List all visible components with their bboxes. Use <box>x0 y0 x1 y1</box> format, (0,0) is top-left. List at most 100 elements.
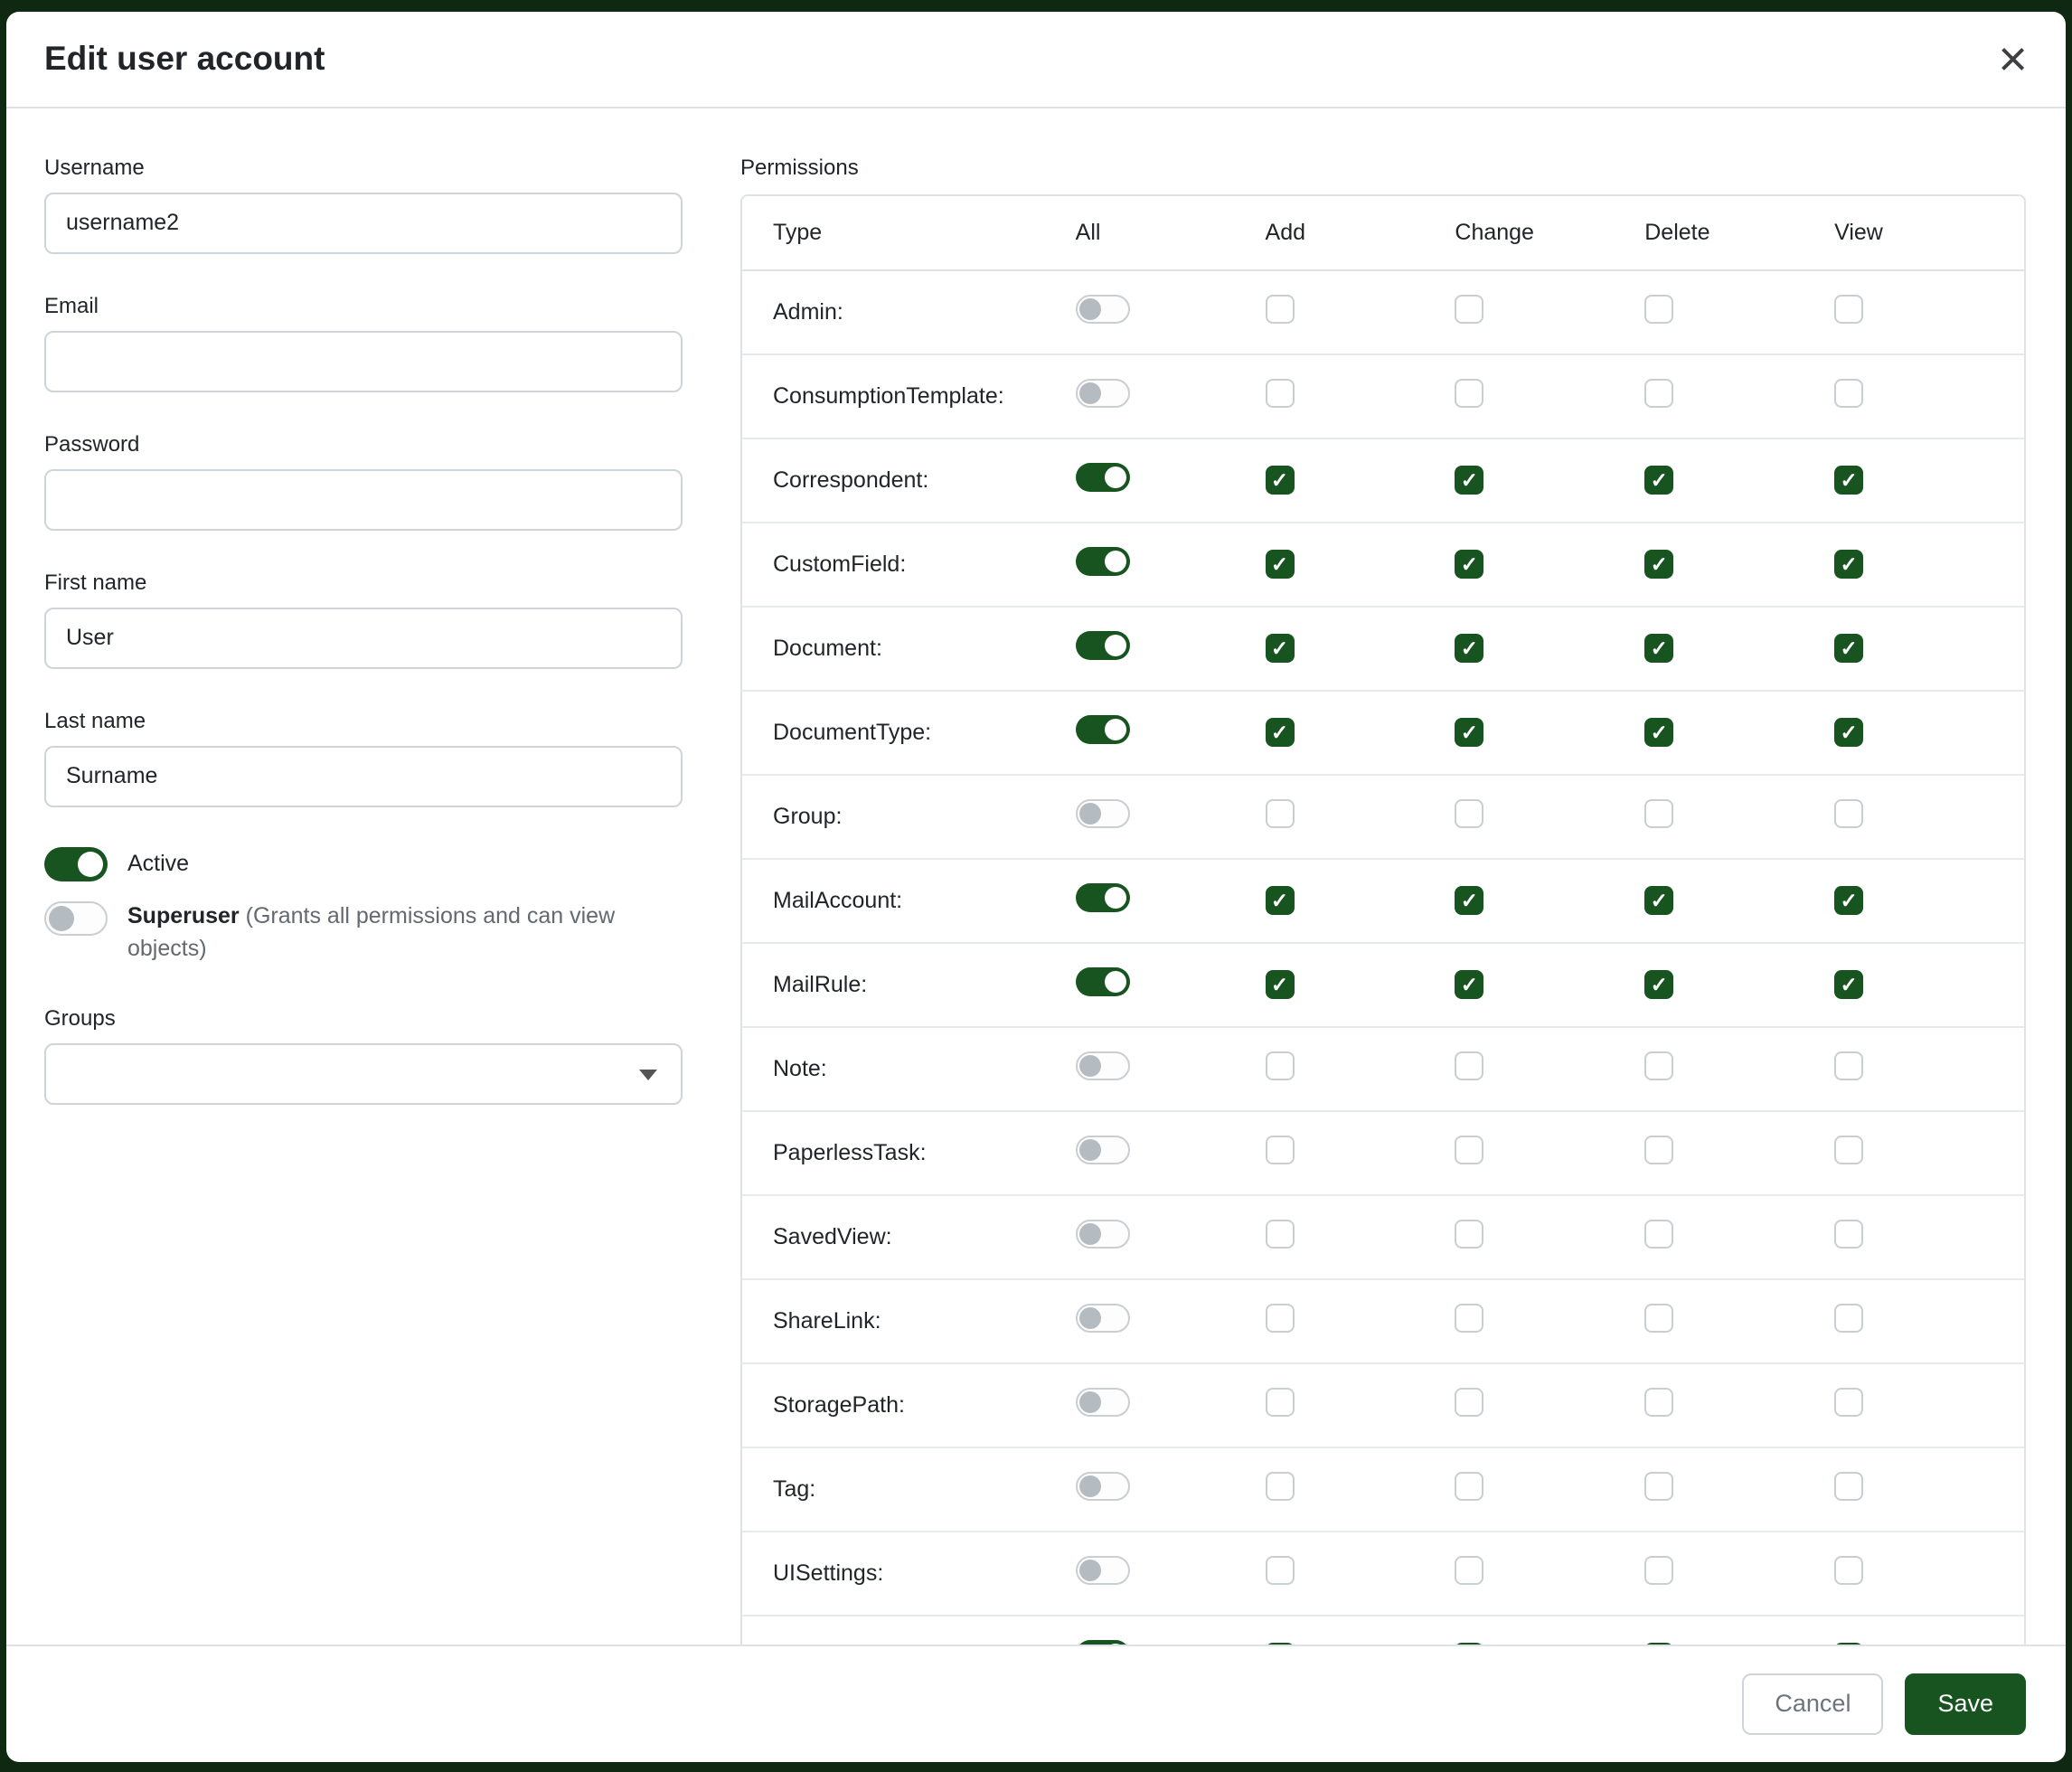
permission-change-checkbox[interactable] <box>1455 1556 1483 1585</box>
permission-all-toggle[interactable] <box>1076 1136 1130 1164</box>
permission-all-toggle[interactable] <box>1076 1556 1130 1585</box>
permission-change-checkbox[interactable] <box>1455 379 1483 408</box>
permission-view-checkbox[interactable]: ✓ <box>1834 466 1863 495</box>
permission-change-checkbox[interactable]: ✓ <box>1455 466 1483 495</box>
permission-all-toggle[interactable] <box>1076 631 1130 660</box>
permission-add-checkbox[interactable]: ✓ <box>1266 970 1295 999</box>
permission-delete-checkbox[interactable]: ✓ <box>1644 970 1673 999</box>
permission-delete-checkbox[interactable] <box>1644 1304 1673 1333</box>
permission-delete-checkbox[interactable] <box>1644 295 1673 324</box>
save-button[interactable]: Save <box>1905 1673 2026 1735</box>
permission-add-checkbox[interactable] <box>1266 1388 1295 1417</box>
toggle-knob <box>1079 298 1101 320</box>
permission-delete-checkbox[interactable] <box>1644 1220 1673 1249</box>
permission-delete-checkbox[interactable] <box>1644 1136 1673 1164</box>
permission-all-toggle[interactable] <box>1076 1472 1130 1501</box>
permission-view-checkbox[interactable]: ✓ <box>1834 970 1863 999</box>
permission-view-checkbox[interactable] <box>1834 799 1863 828</box>
permission-view-checkbox[interactable] <box>1834 1304 1863 1333</box>
permission-all-toggle[interactable] <box>1076 1304 1130 1333</box>
permission-change-checkbox[interactable] <box>1455 1388 1483 1417</box>
permission-delete-checkbox[interactable]: ✓ <box>1644 634 1673 663</box>
permission-view-checkbox[interactable] <box>1834 1556 1863 1585</box>
permission-add-checkbox[interactable] <box>1266 1136 1295 1164</box>
permission-view-checkbox[interactable]: ✓ <box>1834 718 1863 747</box>
permission-view-checkbox[interactable] <box>1834 1051 1863 1080</box>
permission-change-checkbox[interactable] <box>1455 1472 1483 1501</box>
permission-add-checkbox[interactable] <box>1266 295 1295 324</box>
permission-all-toggle[interactable] <box>1076 463 1130 492</box>
permission-delete-checkbox[interactable] <box>1644 379 1673 408</box>
cancel-button[interactable]: Cancel <box>1742 1673 1883 1735</box>
permission-view-checkbox[interactable]: ✓ <box>1834 886 1863 915</box>
last-name-field[interactable] <box>44 746 683 807</box>
permission-all-toggle[interactable] <box>1076 379 1130 408</box>
permission-change-checkbox[interactable] <box>1455 1220 1483 1249</box>
permission-view-checkbox[interactable] <box>1834 379 1863 408</box>
groups-select[interactable] <box>44 1043 683 1105</box>
permission-add-checkbox[interactable] <box>1266 1556 1295 1585</box>
permission-add-checkbox[interactable]: ✓ <box>1266 550 1295 579</box>
last-name-label: Last name <box>44 709 683 734</box>
permission-all-toggle[interactable] <box>1076 883 1130 912</box>
permission-change-checkbox[interactable] <box>1455 1051 1483 1080</box>
permission-change-checkbox[interactable] <box>1455 1304 1483 1333</box>
permission-all-toggle[interactable] <box>1076 1388 1130 1417</box>
permission-view-checkbox[interactable] <box>1834 1388 1863 1417</box>
permission-all-toggle[interactable] <box>1076 967 1130 996</box>
permission-change-checkbox[interactable]: ✓ <box>1455 718 1483 747</box>
permission-change-checkbox[interactable]: ✓ <box>1455 550 1483 579</box>
permission-change-checkbox[interactable]: ✓ <box>1455 886 1483 915</box>
permission-delete-checkbox[interactable]: ✓ <box>1644 718 1673 747</box>
permission-add-checkbox[interactable]: ✓ <box>1266 466 1295 495</box>
permission-row: Correspondent:✓✓✓✓ <box>742 438 2024 523</box>
permission-delete-checkbox[interactable] <box>1644 1472 1673 1501</box>
permission-all-toggle[interactable] <box>1076 715 1130 744</box>
toggle-knob <box>1105 467 1126 488</box>
permission-all-toggle[interactable] <box>1076 799 1130 828</box>
permission-delete-checkbox[interactable] <box>1644 799 1673 828</box>
permission-all-toggle[interactable] <box>1076 1220 1130 1249</box>
active-toggle[interactable] <box>44 847 108 881</box>
permission-add-checkbox[interactable] <box>1266 1220 1295 1249</box>
permission-all-toggle[interactable] <box>1076 1640 1130 1645</box>
permission-add-checkbox[interactable]: ✓ <box>1266 718 1295 747</box>
permission-view-checkbox[interactable] <box>1834 295 1863 324</box>
close-icon[interactable]: × <box>1998 39 2028 80</box>
permission-delete-checkbox[interactable]: ✓ <box>1644 886 1673 915</box>
permission-all-toggle[interactable] <box>1076 295 1130 324</box>
permission-add-checkbox[interactable]: ✓ <box>1266 886 1295 915</box>
permission-add-checkbox[interactable] <box>1266 1051 1295 1080</box>
permission-type-label: Group: <box>742 775 1076 859</box>
permission-add-checkbox[interactable]: ✓ <box>1266 634 1295 663</box>
permission-delete-checkbox[interactable] <box>1644 1051 1673 1080</box>
permission-delete-checkbox[interactable] <box>1644 1556 1673 1585</box>
permission-row: ConsumptionTemplate: <box>742 354 2024 438</box>
password-field[interactable] <box>44 469 683 531</box>
permission-view-checkbox[interactable] <box>1834 1472 1863 1501</box>
permission-add-checkbox[interactable] <box>1266 1472 1295 1501</box>
permission-view-checkbox[interactable]: ✓ <box>1834 550 1863 579</box>
permission-row: SavedView: <box>742 1195 2024 1279</box>
permission-view-checkbox[interactable] <box>1834 1220 1863 1249</box>
permission-add-checkbox[interactable] <box>1266 799 1295 828</box>
permission-delete-checkbox[interactable]: ✓ <box>1644 466 1673 495</box>
permission-change-checkbox[interactable] <box>1455 295 1483 324</box>
permission-view-checkbox[interactable]: ✓ <box>1834 634 1863 663</box>
first-name-field[interactable] <box>44 608 683 669</box>
superuser-toggle[interactable] <box>44 901 108 936</box>
permission-all-toggle[interactable] <box>1076 1051 1130 1080</box>
permission-add-checkbox[interactable] <box>1266 1304 1295 1333</box>
permission-delete-checkbox[interactable] <box>1644 1388 1673 1417</box>
permission-all-toggle[interactable] <box>1076 547 1130 576</box>
permission-add-checkbox[interactable] <box>1266 379 1295 408</box>
permission-change-checkbox[interactable] <box>1455 799 1483 828</box>
user-form: Username Email Password First name Last … <box>44 156 683 1609</box>
permission-change-checkbox[interactable]: ✓ <box>1455 970 1483 999</box>
permission-change-checkbox[interactable] <box>1455 1136 1483 1164</box>
permission-change-checkbox[interactable]: ✓ <box>1455 634 1483 663</box>
permission-delete-checkbox[interactable]: ✓ <box>1644 550 1673 579</box>
permission-view-checkbox[interactable] <box>1834 1136 1863 1164</box>
email-field[interactable] <box>44 331 683 392</box>
username-input[interactable] <box>44 193 683 254</box>
